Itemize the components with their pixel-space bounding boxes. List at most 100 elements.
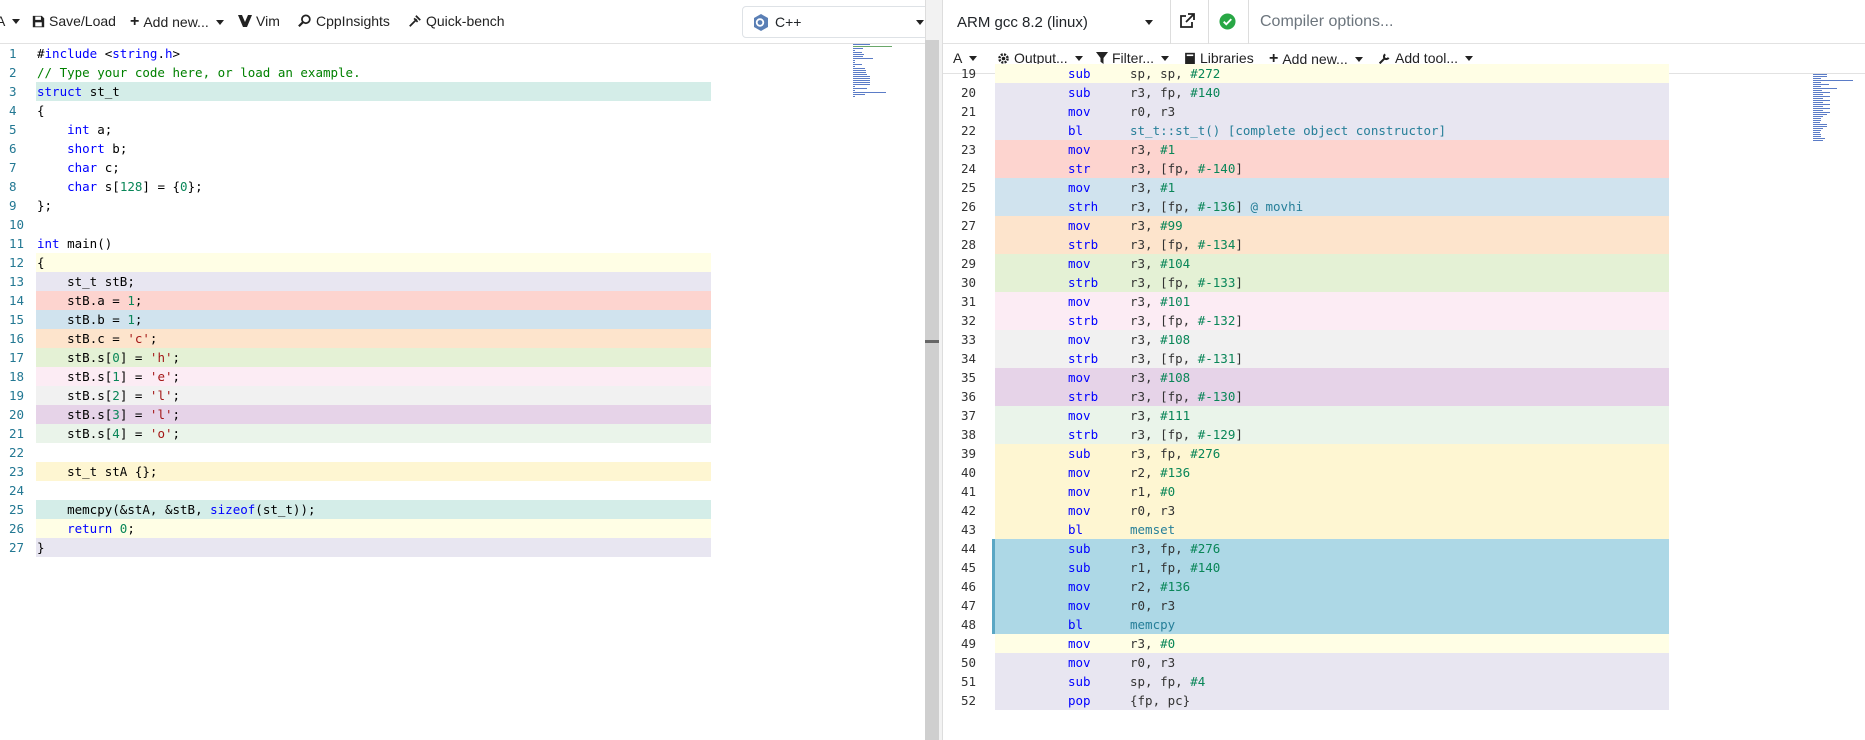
minimap-line <box>1813 114 1827 115</box>
source-line[interactable]: 17 stB.s[0] = 'h'; <box>0 348 925 367</box>
asm-line[interactable]: 39 sub r3, fp, #276 <box>943 444 1865 463</box>
source-line[interactable]: 21 stB.s[4] = 'o'; <box>0 424 925 443</box>
asm-line[interactable]: 38 strb r3, [fp, #-129] <box>943 425 1865 444</box>
source-line[interactable]: 26 return 0; <box>0 519 925 538</box>
source-line[interactable]: 22 <box>0 443 925 462</box>
source-line[interactable]: 9}; <box>0 196 925 215</box>
asm-line[interactable]: 43 bl memset <box>943 520 1865 539</box>
minimap-line <box>1813 94 1823 95</box>
source-line[interactable]: 19 stB.s[2] = 'l'; <box>0 386 925 405</box>
asm-line[interactable]: 35 mov r3, #108 <box>943 368 1865 387</box>
minimap-line <box>1813 122 1821 123</box>
asm-line[interactable]: 33 mov r3, #108 <box>943 330 1865 349</box>
asm-line[interactable]: 49 mov r3, #0 <box>943 634 1865 653</box>
source-line[interactable]: 2 // Type your code here, or load an exam… <box>0 63 925 82</box>
cppinsights-button[interactable]: CppInsights <box>298 13 390 29</box>
add-new-button[interactable]: + Add new... <box>130 13 224 31</box>
asm-line[interactable]: 45 sub r1, fp, #140 <box>943 558 1865 577</box>
asm-line[interactable]: 23 mov r3, #1 <box>943 140 1865 159</box>
source-line[interactable]: 13 st_t stB; <box>0 272 925 291</box>
compiler-options-input[interactable]: Compiler options... <box>1248 6 1858 38</box>
source-line[interactable]: 6 short b; <box>0 139 925 158</box>
asm-line[interactable]: 28 strb r3, [fp, #-134] <box>943 235 1865 254</box>
source-line[interactable]: 1 #include <string.h> <box>0 44 925 63</box>
asm-line[interactable]: 31 mov r3, #101 <box>943 292 1865 311</box>
asm-line[interactable]: 37 mov r3, #111 <box>943 406 1865 425</box>
asm-line[interactable]: 36 strb r3, [fp, #-130] <box>943 387 1865 406</box>
asm-line-highlight <box>995 140 1669 159</box>
asm-line[interactable]: 44 sub r3, fp, #276 <box>943 539 1865 558</box>
line-number: 19 <box>9 388 25 403</box>
asm-line[interactable]: 22 bl st_t::st_t() [complete object constr… <box>943 121 1865 140</box>
asm-line[interactable]: 19 sub sp, sp, #272 <box>943 64 1865 83</box>
line-highlight <box>36 272 711 291</box>
asm-line[interactable]: 47 mov r0, r3 <box>943 596 1865 615</box>
asm-mnemonic: mov <box>1068 655 1091 670</box>
asm-line-highlight <box>995 254 1669 273</box>
editor-scrollbar[interactable] <box>925 40 939 740</box>
source-line[interactable]: 16 stB.c = 'c'; <box>0 329 925 348</box>
editor-toolbar: A Save/Load + Add new... Vim CppInsights… <box>0 0 925 44</box>
open-in-new-tab-button[interactable] <box>1179 13 1195 32</box>
source-line-text: struct st_t <box>37 84 120 99</box>
asm-line-number: 20 <box>961 85 977 100</box>
asm-line[interactable]: 51 sub sp, fp, #4 <box>943 672 1865 691</box>
asm-operands: r3, #1 <box>1130 142 1176 157</box>
asm-line[interactable]: 20 sub r3, fp, #140 <box>943 83 1865 102</box>
save-load-button[interactable]: Save/Load <box>32 13 116 29</box>
minimap-line <box>853 90 855 91</box>
minimap-line <box>1813 106 1823 107</box>
minimap-line <box>1813 86 1822 87</box>
source-line[interactable]: 23 st_t stA {}; <box>0 462 925 481</box>
asm-mnemonic: mov <box>1068 218 1091 233</box>
compiler-select[interactable]: ARM gcc 8.2 (linux) <box>943 6 1163 38</box>
asm-mnemonic: strb <box>1068 237 1099 252</box>
source-line[interactable]: 14 stB.a = 1; <box>0 291 925 310</box>
source-line[interactable]: 4{ <box>0 101 925 120</box>
assembly-output-area[interactable]: 19 sub sp, sp, #272 20 sub r3, fp, #140 21 mov r… <box>943 64 1865 730</box>
asm-line[interactable]: 42 mov r0, r3 <box>943 501 1865 520</box>
asm-line[interactable]: 40 mov r2, #136 <box>943 463 1865 482</box>
minimap-line <box>1813 82 1822 83</box>
source-line[interactable]: 10 <box>0 215 925 234</box>
asm-line[interactable]: 24 str r3, [fp, #-140] <box>943 159 1865 178</box>
asm-line[interactable]: 46 mov r2, #136 <box>943 577 1865 596</box>
source-line[interactable]: 3 struct st_t <box>0 82 925 101</box>
asm-line[interactable]: 25 mov r3, #1 <box>943 178 1865 197</box>
font-size-dropdown[interactable]: A <box>0 13 21 29</box>
source-minimap[interactable] <box>853 44 893 104</box>
asm-line[interactable]: 32 strb r3, [fp, #-132] <box>943 311 1865 330</box>
asm-line[interactable]: 52 pop {fp, pc} <box>943 691 1865 710</box>
magnifier-icon <box>298 14 311 28</box>
source-line[interactable]: 27} <box>0 538 925 557</box>
minimap-line <box>1813 100 1831 101</box>
asm-line[interactable]: 29 mov r3, #104 <box>943 254 1865 273</box>
vim-toggle-button[interactable]: Vim <box>238 13 280 29</box>
asm-line[interactable]: 27 mov r3, #99 <box>943 216 1865 235</box>
asm-line[interactable]: 34 strb r3, [fp, #-131] <box>943 349 1865 368</box>
quick-bench-button[interactable]: Quick-bench <box>408 13 505 29</box>
source-line[interactable]: 7 char c; <box>0 158 925 177</box>
source-line[interactable]: 8 char s[128] = {0}; <box>0 177 925 196</box>
source-line[interactable]: 25 memcpy(&stA, &stB, sizeof(st_t)); <box>0 500 925 519</box>
source-line[interactable]: 20 stB.s[3] = 'l'; <box>0 405 925 424</box>
asm-operands: sp, sp, #272 <box>1130 66 1221 81</box>
source-line[interactable]: 12 { <box>0 253 925 272</box>
asm-line[interactable]: 26 strh r3, [fp, #-136] @ movhi <box>943 197 1865 216</box>
asm-line[interactable]: 30 strb r3, [fp, #-133] <box>943 273 1865 292</box>
asm-line[interactable]: 50 mov r0, r3 <box>943 653 1865 672</box>
source-line[interactable]: 5 int a; <box>0 120 925 139</box>
asm-line[interactable]: 41 mov r1, #0 <box>943 482 1865 501</box>
source-line[interactable]: 11 int main() <box>0 234 925 253</box>
assembly-minimap[interactable] <box>1813 74 1858 184</box>
compile-status[interactable] <box>1219 13 1236 33</box>
source-line[interactable]: 18 stB.s[1] = 'e'; <box>0 367 925 386</box>
minimap-line <box>1813 140 1823 141</box>
language-select[interactable]: C++ <box>742 6 925 38</box>
source-line[interactable]: 24 <box>0 481 925 500</box>
asm-line[interactable]: 21 mov r0, r3 <box>943 102 1865 121</box>
source-line[interactable]: 15 stB.b = 1; <box>0 310 925 329</box>
source-code-area[interactable]: 1 #include <string.h> 2 // Type your code h… <box>0 44 925 557</box>
asm-operands: r3, #101 <box>1130 294 1191 309</box>
asm-line[interactable]: 48 bl memcpy <box>943 615 1865 634</box>
